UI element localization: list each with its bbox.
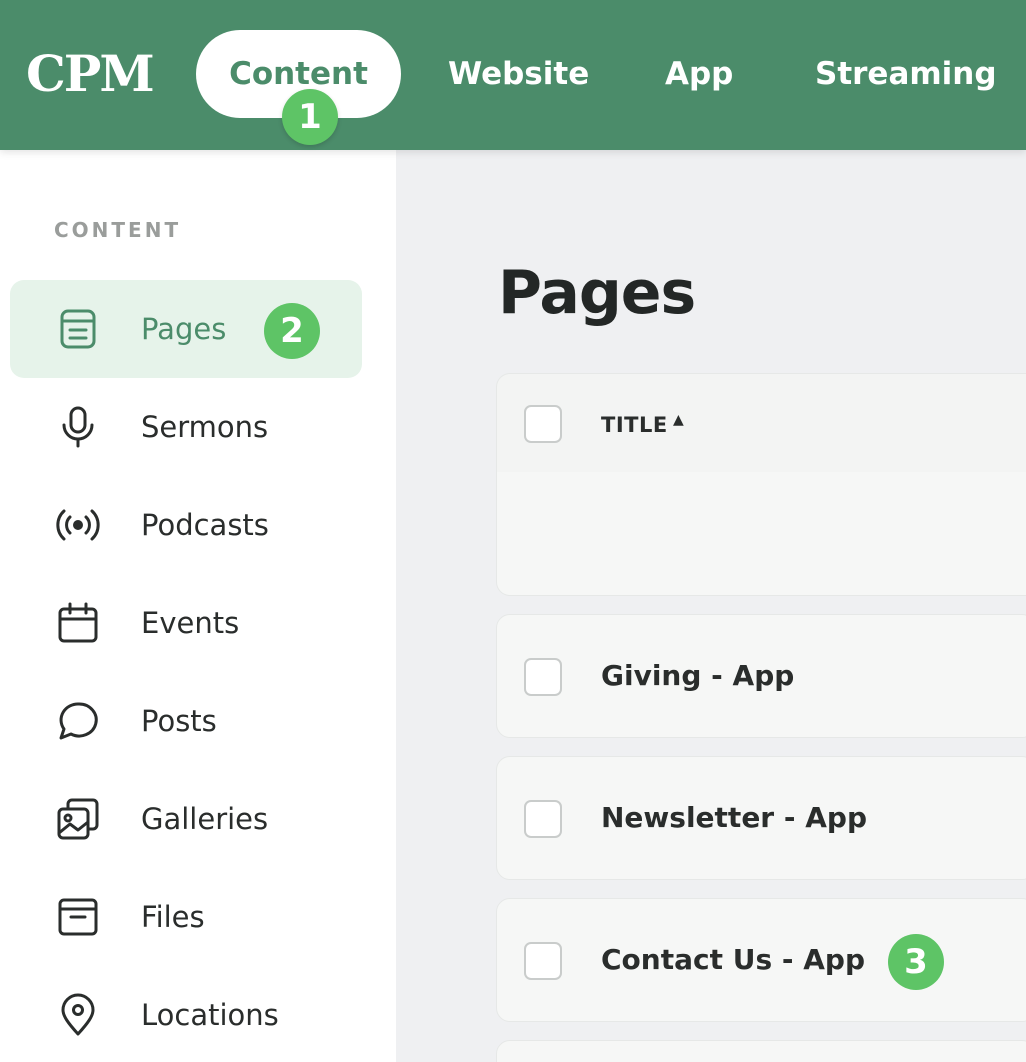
sidebar-item-label: Pages bbox=[141, 312, 227, 346]
tab-streaming[interactable]: Streaming bbox=[815, 30, 997, 118]
sidebar-item-label: Galleries bbox=[141, 802, 269, 836]
sidebar-section-label: CONTENT bbox=[54, 218, 182, 242]
row-title[interactable]: Contact Us - App bbox=[601, 943, 865, 976]
table-row[interactable] bbox=[496, 472, 1026, 596]
sidebar-item-label: Files bbox=[141, 900, 205, 934]
row-title[interactable]: Newsletter - App bbox=[601, 801, 867, 834]
table-row[interactable]: Newsletter - App bbox=[496, 756, 1026, 880]
select-all-checkbox[interactable] bbox=[524, 405, 562, 443]
map-pin-icon bbox=[56, 993, 100, 1037]
row-checkbox[interactable] bbox=[524, 800, 562, 838]
tab-app[interactable]: App bbox=[665, 30, 733, 118]
column-header-title[interactable]: TITLE bbox=[601, 413, 668, 437]
sidebar-item-events[interactable]: Events bbox=[10, 574, 362, 672]
row-checkbox[interactable] bbox=[524, 942, 562, 980]
table-row[interactable]: Contact Us - App bbox=[496, 898, 1026, 1022]
chat-bubble-icon bbox=[56, 699, 100, 743]
step-badge-3: 3 bbox=[888, 934, 944, 990]
sidebar: CONTENT Pages Sermons Podcasts Events Po… bbox=[0, 150, 396, 1062]
row-checkbox[interactable] bbox=[524, 658, 562, 696]
tab-website[interactable]: Website bbox=[448, 30, 589, 118]
sidebar-item-posts[interactable]: Posts bbox=[10, 672, 362, 770]
top-nav-bar: CPM Content Website App Streaming bbox=[0, 0, 1026, 150]
gallery-icon bbox=[56, 797, 100, 841]
sidebar-item-files[interactable]: Files bbox=[10, 868, 362, 966]
sidebar-item-label: Posts bbox=[141, 704, 217, 738]
sidebar-item-sermons[interactable]: Sermons bbox=[10, 378, 362, 476]
sidebar-item-label: Locations bbox=[141, 998, 279, 1032]
calendar-icon bbox=[56, 601, 100, 645]
archive-icon bbox=[56, 895, 100, 939]
sidebar-item-label: Sermons bbox=[141, 410, 269, 444]
step-badge-1: 1 bbox=[282, 89, 338, 145]
page-icon bbox=[56, 307, 100, 351]
table-row[interactable]: Giving - App bbox=[496, 614, 1026, 738]
sidebar-item-label: Events bbox=[141, 606, 240, 640]
sidebar-item-locations[interactable]: Locations bbox=[10, 966, 362, 1062]
sidebar-item-podcasts[interactable]: Podcasts bbox=[10, 476, 362, 574]
page-title: Pages bbox=[498, 258, 696, 328]
microphone-icon bbox=[56, 405, 100, 449]
table-header: TITLE ▲ bbox=[496, 373, 1026, 473]
row-title[interactable]: Giving - App bbox=[601, 659, 794, 692]
sidebar-item-label: Podcasts bbox=[141, 508, 269, 542]
step-badge-2: 2 bbox=[264, 303, 320, 359]
cpm-logo[interactable]: CPM bbox=[26, 44, 155, 104]
sort-ascending-icon[interactable]: ▲ bbox=[673, 412, 684, 428]
table-row[interactable] bbox=[496, 1040, 1026, 1062]
sidebar-item-galleries[interactable]: Galleries bbox=[10, 770, 362, 868]
broadcast-icon bbox=[56, 503, 100, 547]
